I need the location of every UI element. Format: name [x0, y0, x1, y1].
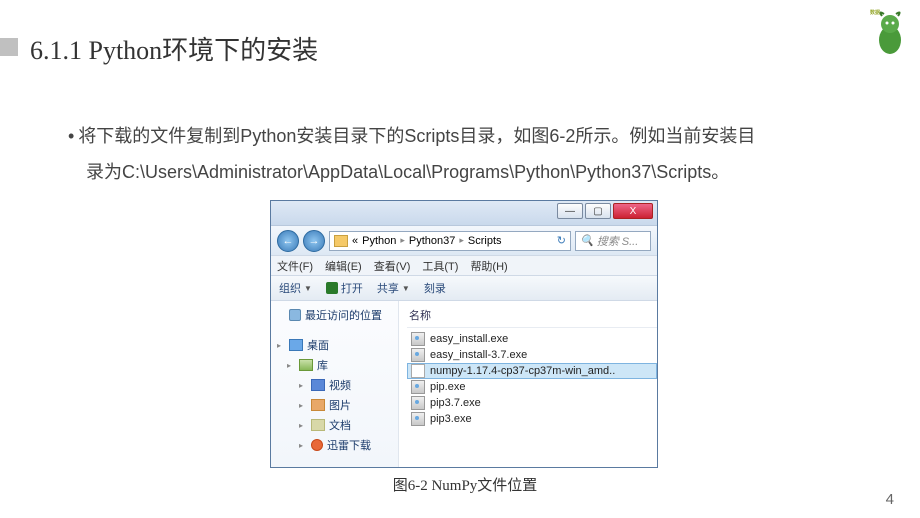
file-row[interactable]: easy_install.exe	[407, 331, 657, 347]
picture-icon	[311, 399, 325, 411]
nav-item-xunlei[interactable]: ▸迅雷下载	[275, 435, 394, 455]
navigation-pane: 最近访问的位置 ▸桌面 ▸库 ▸视频 ▸图片 ▸文档 ▸迅雷下载	[271, 301, 399, 467]
toolbar-open-label: 打开	[341, 280, 363, 296]
content-area: 最近访问的位置 ▸桌面 ▸库 ▸视频 ▸图片 ▸文档 ▸迅雷下载 名称 easy…	[271, 301, 657, 467]
toolbar-organize[interactable]: 组织▼	[279, 280, 312, 296]
addr-sep-icon: ▸	[400, 235, 405, 246]
body-paragraph: •将下载的文件复制到Python安装目录下的Scripts目录，如图6-2所示。…	[68, 118, 848, 190]
explorer-window: — ▢ X ← → « Python ▸ Python37 ▸ Scripts …	[270, 200, 658, 468]
file-list-pane: 名称 easy_install.exe easy_install-3.7.exe…	[399, 301, 657, 467]
exe-icon	[411, 412, 425, 426]
back-button[interactable]: ←	[277, 230, 299, 252]
search-icon: 🔍	[580, 234, 594, 247]
close-button[interactable]: X	[613, 203, 653, 219]
chevron-down-icon: ▼	[402, 284, 410, 293]
chevron-down-icon: ▼	[304, 284, 312, 293]
addr-seg-prefix: «	[352, 235, 358, 247]
nav-label: 视频	[329, 377, 351, 393]
file-name: pip3.7.exe	[430, 397, 481, 409]
nav-bar: ← → « Python ▸ Python37 ▸ Scripts ↻ 🔍 搜索…	[271, 225, 657, 255]
search-placeholder: 搜索 S...	[597, 233, 639, 249]
video-icon	[311, 379, 325, 391]
figure-caption: 图6-2 NumPy文件位置	[270, 474, 660, 495]
file-name: easy_install-3.7.exe	[430, 349, 527, 361]
toolbar-open[interactable]: 打开	[326, 280, 363, 296]
file-icon	[411, 364, 425, 378]
addr-seg-python: Python	[362, 235, 396, 247]
nav-label: 桌面	[307, 337, 329, 353]
nav-item-desktop[interactable]: ▸桌面	[275, 335, 394, 355]
file-name: pip.exe	[430, 381, 465, 393]
menu-tools[interactable]: 工具(T)	[422, 258, 458, 274]
toolbar-share[interactable]: 共享▼	[377, 280, 410, 296]
address-bar[interactable]: « Python ▸ Python37 ▸ Scripts ↻	[329, 231, 571, 251]
file-name: easy_install.exe	[430, 333, 508, 345]
nav-label: 最近访问的位置	[305, 307, 382, 323]
nav-item-pictures[interactable]: ▸图片	[275, 395, 394, 415]
svg-text:数据: 数据	[870, 9, 880, 16]
page-number: 4	[886, 491, 894, 508]
heading-bullet	[0, 38, 18, 56]
addr-sep-icon: ▸	[459, 235, 464, 246]
body-line-1: 将下载的文件复制到Python安装目录下的Scripts目录，如图6-2所示。例…	[78, 126, 755, 146]
file-row[interactable]: easy_install-3.7.exe	[407, 347, 657, 363]
figure-wrap: — ▢ X ← → « Python ▸ Python37 ▸ Scripts …	[270, 200, 660, 495]
nav-label: 迅雷下载	[327, 437, 371, 453]
exe-icon	[411, 396, 425, 410]
toolbar: 组织▼ 打开 共享▼ 刻录	[271, 275, 657, 301]
exe-icon	[411, 348, 425, 362]
file-name: pip3.exe	[430, 413, 472, 425]
nav-label: 库	[317, 357, 328, 373]
toolbar-share-label: 共享	[377, 280, 399, 296]
nav-item-documents[interactable]: ▸文档	[275, 415, 394, 435]
xunlei-icon	[311, 439, 323, 451]
file-row[interactable]: pip3.7.exe	[407, 395, 657, 411]
toolbar-burn-label: 刻录	[424, 280, 446, 296]
nav-item-videos[interactable]: ▸视频	[275, 375, 394, 395]
nav-label: 图片	[329, 397, 351, 413]
file-row[interactable]: pip3.exe	[407, 411, 657, 427]
nav-item-recent[interactable]: 最近访问的位置	[275, 305, 394, 325]
shield-icon	[326, 282, 338, 294]
nav-label: 文档	[329, 417, 351, 433]
exe-icon	[411, 332, 425, 346]
menu-view[interactable]: 查看(V)	[374, 258, 411, 274]
file-name: numpy-1.17.4-cp37-cp37m-win_amd..	[430, 365, 615, 377]
body-line-2: 录为C:\Users\Administrator\AppData\Local\P…	[86, 154, 729, 190]
file-row[interactable]: pip.exe	[407, 379, 657, 395]
column-header-name[interactable]: 名称	[407, 305, 657, 328]
nav-item-libraries[interactable]: ▸库	[275, 355, 394, 375]
menu-file[interactable]: 文件(F)	[277, 258, 313, 274]
forward-button[interactable]: →	[303, 230, 325, 252]
document-icon	[311, 419, 325, 431]
mascot-icon: 数据	[868, 6, 912, 58]
file-row-selected[interactable]: numpy-1.17.4-cp37-cp37m-win_amd..	[407, 363, 657, 379]
menu-edit[interactable]: 编辑(E)	[325, 258, 362, 274]
bullet-dot: •	[68, 126, 74, 146]
toolbar-organize-label: 组织	[279, 280, 301, 296]
addr-seg-python37: Python37	[409, 235, 455, 247]
toolbar-burn[interactable]: 刻录	[424, 280, 446, 296]
refresh-icon[interactable]: ↻	[557, 234, 566, 247]
exe-icon	[411, 380, 425, 394]
menu-help[interactable]: 帮助(H)	[470, 258, 507, 274]
menu-bar: 文件(F) 编辑(E) 查看(V) 工具(T) 帮助(H)	[271, 255, 657, 275]
minimize-button[interactable]: —	[557, 203, 583, 219]
desktop-icon	[289, 339, 303, 351]
recent-icon	[289, 309, 301, 321]
folder-icon	[334, 235, 348, 247]
maximize-button[interactable]: ▢	[585, 203, 611, 219]
addr-seg-scripts: Scripts	[468, 235, 502, 247]
search-input[interactable]: 🔍 搜索 S...	[575, 231, 651, 251]
window-titlebar: — ▢ X	[271, 201, 657, 225]
section-heading: 6.1.1 Python环境下的安装	[30, 30, 318, 67]
library-icon	[299, 359, 313, 371]
